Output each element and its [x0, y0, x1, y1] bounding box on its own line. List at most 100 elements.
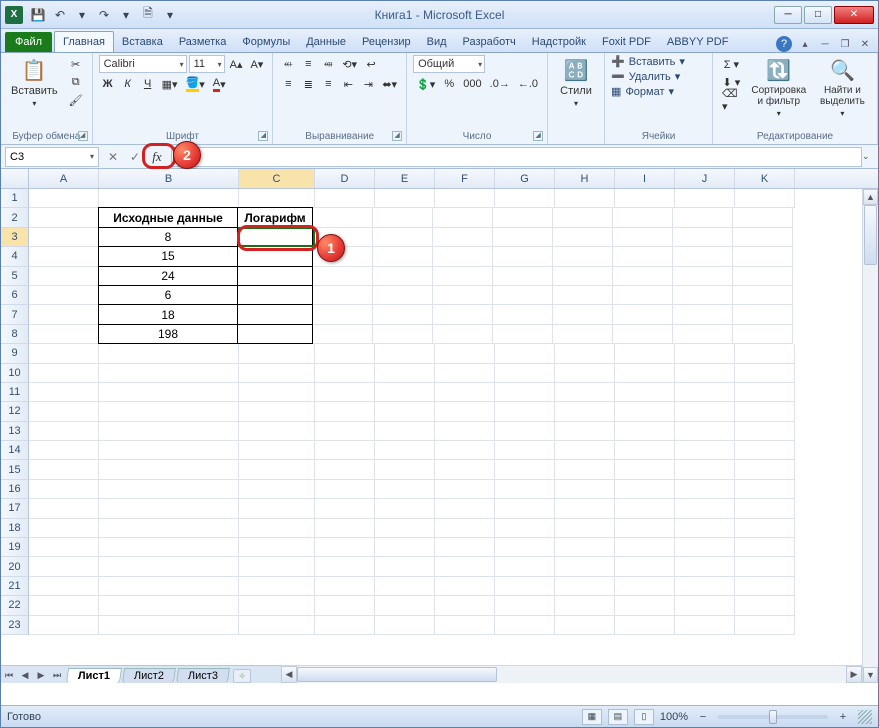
cell-H23[interactable]	[555, 616, 615, 635]
cell-K22[interactable]	[735, 596, 795, 615]
cell-H4[interactable]	[553, 247, 613, 266]
cell-K15[interactable]	[735, 460, 795, 479]
cell-K9[interactable]	[735, 344, 795, 363]
cell-G9[interactable]	[495, 344, 555, 363]
cell-G8[interactable]	[493, 325, 553, 344]
fill-color-button[interactable]: 🪣▾	[183, 75, 208, 93]
cell-I20[interactable]	[615, 557, 675, 576]
view-layout-button[interactable]: ▤	[608, 709, 628, 725]
clear-button[interactable]: ⌫ ▾	[719, 91, 744, 109]
find-select-button[interactable]: 🔍 Найти и выделить▾	[814, 55, 871, 120]
cell-E4[interactable]	[373, 247, 433, 266]
mdi-restore-button[interactable]: ❐	[838, 37, 852, 51]
row-header-14[interactable]: 14	[1, 441, 29, 460]
tab-вид[interactable]: Вид	[419, 32, 455, 52]
align-dialog-launcher[interactable]: ◢	[392, 131, 402, 141]
cell-J20[interactable]	[675, 557, 735, 576]
cell-I21[interactable]	[615, 577, 675, 596]
cell-E12[interactable]	[375, 402, 435, 421]
cell-E11[interactable]	[375, 383, 435, 402]
cell-K11[interactable]	[735, 383, 795, 402]
cell-J23[interactable]	[675, 616, 735, 635]
cell-A22[interactable]	[29, 596, 99, 615]
cell-H18[interactable]	[555, 519, 615, 538]
sheet-nav-first[interactable]: ⏮	[1, 667, 17, 683]
sort-filter-button[interactable]: 🔃 Сортировка и фильтр▾	[748, 55, 810, 120]
cell-F12[interactable]	[435, 402, 495, 421]
cell-A2[interactable]	[29, 208, 99, 227]
zoom-out-button[interactable]: −	[694, 708, 712, 726]
cell-K12[interactable]	[735, 402, 795, 421]
cell-I15[interactable]	[615, 460, 675, 479]
cell-B5[interactable]: 24	[98, 266, 238, 286]
cut-button[interactable]: ✂	[66, 55, 86, 73]
cell-G1[interactable]	[495, 189, 555, 208]
cell-F13[interactable]	[435, 422, 495, 441]
row-header-22[interactable]: 22	[1, 596, 29, 615]
spreadsheet-grid[interactable]: ABCDEFGHIJK 12Исходные данныеЛогарифм384…	[1, 169, 878, 683]
cell-K3[interactable]	[733, 228, 793, 247]
cell-D5[interactable]	[313, 267, 373, 286]
cell-I13[interactable]	[615, 422, 675, 441]
column-header-E[interactable]: E	[375, 169, 435, 188]
cell-G6[interactable]	[493, 286, 553, 305]
tab-надстройк[interactable]: Надстройк	[524, 32, 594, 52]
cell-B20[interactable]	[99, 557, 239, 576]
cell-B17[interactable]	[99, 499, 239, 518]
cell-A6[interactable]	[29, 286, 99, 305]
cell-E19[interactable]	[375, 538, 435, 557]
cell-J4[interactable]	[673, 247, 733, 266]
cell-B22[interactable]	[99, 596, 239, 615]
merge-button[interactable]: ⬌▾	[379, 75, 400, 93]
cell-E9[interactable]	[375, 344, 435, 363]
minimize-ribbon-button[interactable]: ▴	[798, 37, 812, 51]
cell-B16[interactable]	[99, 480, 239, 499]
view-normal-button[interactable]: ▦	[582, 709, 602, 725]
cell-A21[interactable]	[29, 577, 99, 596]
cell-J5[interactable]	[673, 267, 733, 286]
cell-K5[interactable]	[733, 267, 793, 286]
cell-E20[interactable]	[375, 557, 435, 576]
cell-C19[interactable]	[239, 538, 315, 557]
qat-redo-dd[interactable]: ▾	[116, 5, 136, 25]
vertical-scrollbar[interactable]: ▲ ▼	[862, 189, 878, 683]
cell-G7[interactable]	[493, 305, 553, 324]
number-dialog-launcher[interactable]: ◢	[533, 131, 543, 141]
cell-H19[interactable]	[555, 538, 615, 557]
cell-D22[interactable]	[315, 596, 375, 615]
cell-G20[interactable]	[495, 557, 555, 576]
cell-G17[interactable]	[495, 499, 555, 518]
formula-input[interactable]	[171, 147, 862, 167]
cell-B21[interactable]	[99, 577, 239, 596]
zoom-in-button[interactable]: +	[834, 708, 852, 726]
cell-H7[interactable]	[553, 305, 613, 324]
cell-D11[interactable]	[315, 383, 375, 402]
row-header-23[interactable]: 23	[1, 616, 29, 635]
cell-K1[interactable]	[735, 189, 795, 208]
cell-G18[interactable]	[495, 519, 555, 538]
cell-A9[interactable]	[29, 344, 99, 363]
cell-G19[interactable]	[495, 538, 555, 557]
cell-C15[interactable]	[239, 460, 315, 479]
cell-F11[interactable]	[435, 383, 495, 402]
sheet-tab-Лист3[interactable]: Лист3	[176, 668, 230, 683]
cell-B15[interactable]	[99, 460, 239, 479]
cell-J21[interactable]	[675, 577, 735, 596]
cell-F8[interactable]	[433, 325, 493, 344]
cell-F3[interactable]	[433, 228, 493, 247]
align-top-button[interactable]: ⬴	[279, 55, 297, 73]
cell-F4[interactable]	[433, 247, 493, 266]
cell-H21[interactable]	[555, 577, 615, 596]
cell-D20[interactable]	[315, 557, 375, 576]
number-format-select[interactable]: Общий▾	[413, 55, 485, 73]
help-icon[interactable]: ?	[776, 36, 792, 52]
cell-G23[interactable]	[495, 616, 555, 635]
cell-G14[interactable]	[495, 441, 555, 460]
cell-A19[interactable]	[29, 538, 99, 557]
cell-B10[interactable]	[99, 364, 239, 383]
cell-H15[interactable]	[555, 460, 615, 479]
cell-H17[interactable]	[555, 499, 615, 518]
resize-grip-icon[interactable]	[858, 710, 872, 724]
cell-D10[interactable]	[315, 364, 375, 383]
cell-C14[interactable]	[239, 441, 315, 460]
